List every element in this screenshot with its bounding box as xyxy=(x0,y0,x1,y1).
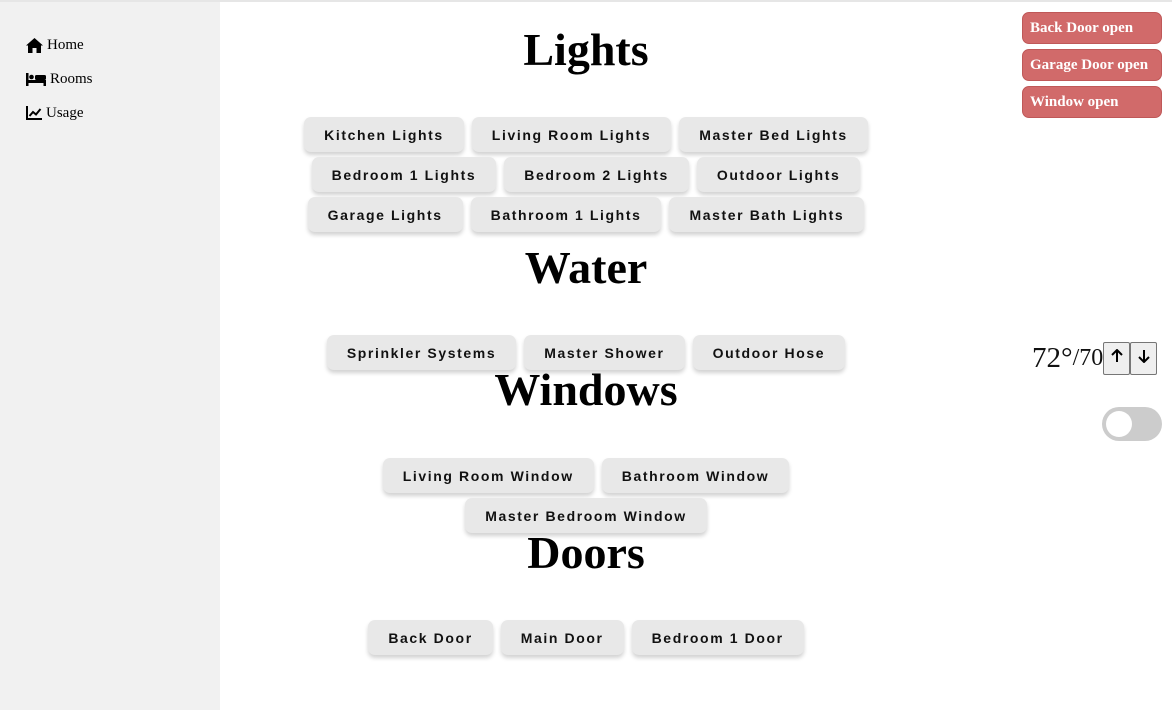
arrow-up-icon xyxy=(1111,348,1123,368)
section-title-lights: Lights xyxy=(523,24,649,75)
sidebar-item-label: Usage xyxy=(46,104,84,121)
master-bed-lights-button[interactable]: Master Bed Lights xyxy=(679,117,868,152)
increase-temperature-button[interactable] xyxy=(1103,341,1131,375)
bedroom-2-lights-button[interactable]: Bedroom 2 Lights xyxy=(504,157,689,192)
sidebar-item-usage[interactable]: Usage xyxy=(26,102,84,124)
temperature-separator: / xyxy=(1072,344,1080,371)
lights-row-1: Kitchen Lights Living Room Lights Master… xyxy=(220,117,952,152)
section-title-water: Water xyxy=(524,242,648,293)
sidebar: Home Rooms Usage xyxy=(0,2,220,710)
living-room-lights-button[interactable]: Living Room Lights xyxy=(471,117,672,152)
target-temperature: 70 xyxy=(1079,344,1104,371)
mode-toggle-switch[interactable] xyxy=(1102,407,1162,441)
thermostat: 72° / 70 xyxy=(1032,340,1158,376)
master-bath-lights-button[interactable]: Master Bath Lights xyxy=(669,197,865,232)
main-door-button[interactable]: Main Door xyxy=(500,620,624,655)
back-door-button[interactable]: Back Door xyxy=(368,620,493,655)
windows-row-1: Living Room Window Bathroom Window xyxy=(220,458,952,493)
bedroom-1-door-button[interactable]: Bedroom 1 Door xyxy=(631,620,804,655)
doors-row: Back Door Main Door Bedroom 1 Door xyxy=(220,620,952,655)
alert-window[interactable]: Window open xyxy=(1022,86,1162,118)
sidebar-item-rooms[interactable]: Rooms xyxy=(26,68,93,90)
outdoor-lights-button[interactable]: Outdoor Lights xyxy=(696,157,861,192)
decrease-temperature-button[interactable] xyxy=(1130,341,1158,375)
sidebar-item-label: Rooms xyxy=(50,70,93,87)
current-temperature: 72° xyxy=(1032,341,1073,374)
bathroom-1-lights-button[interactable]: Bathroom 1 Lights xyxy=(470,197,662,232)
kitchen-lights-button[interactable]: Kitchen Lights xyxy=(304,117,464,152)
garage-lights-button[interactable]: Garage Lights xyxy=(307,197,463,232)
alert-garage-door[interactable]: Garage Door open xyxy=(1022,49,1162,81)
living-room-window-button[interactable]: Living Room Window xyxy=(382,458,594,493)
bed-icon xyxy=(26,72,46,86)
sidebar-item-home[interactable]: Home xyxy=(26,34,84,56)
section-title-windows: Windows xyxy=(494,364,678,415)
bathroom-window-button[interactable]: Bathroom Window xyxy=(601,458,790,493)
bedroom-1-lights-button[interactable]: Bedroom 1 Lights xyxy=(311,157,497,192)
section-title-doors: Doors xyxy=(527,527,645,578)
arrow-down-icon xyxy=(1138,349,1150,368)
home-icon xyxy=(26,37,43,53)
chart-line-icon xyxy=(26,106,42,120)
sidebar-item-label: Home xyxy=(47,36,84,53)
toggle-knob xyxy=(1106,411,1132,437)
alert-back-door[interactable]: Back Door open xyxy=(1022,12,1162,44)
lights-row-2: Bedroom 1 Lights Bedroom 2 Lights Outdoo… xyxy=(220,157,952,192)
lights-row-3: Garage Lights Bathroom 1 Lights Master B… xyxy=(220,197,952,232)
